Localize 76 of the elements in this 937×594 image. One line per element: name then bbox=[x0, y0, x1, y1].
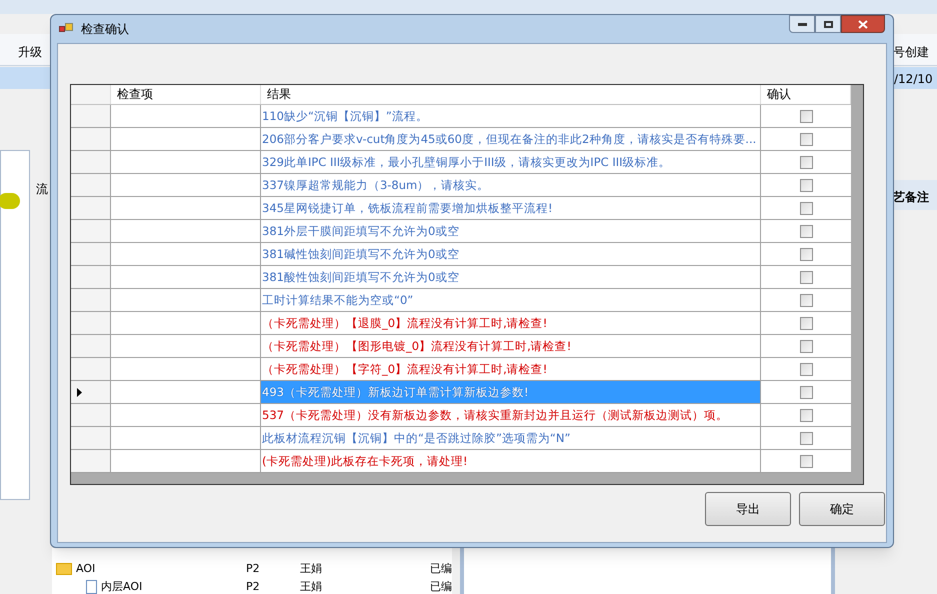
table-row[interactable]: 206部分客户要求v-cut角度为45或60度，但现在备注的非此2种角度，请核实是否有特殊要... bbox=[71, 128, 851, 151]
table-row[interactable]: 工时计算结果不能为空或“0” bbox=[71, 289, 851, 312]
table-row[interactable]: (卡死需处理)此板存在卡死项，请处理! bbox=[71, 450, 851, 473]
table-cell-text: P2 bbox=[246, 578, 261, 594]
table-cell: 329此单IPC III级标准，最小孔壁铜厚小于III级，请核实更改为IPC III级标准。 bbox=[261, 151, 761, 173]
checkbox[interactable] bbox=[800, 362, 812, 376]
table-cell: 345星网锐捷订单，铣板流程前需要增加烘板整平流程! bbox=[261, 197, 761, 219]
dialog-button[interactable]: 导出 bbox=[705, 492, 791, 526]
table-cell: 381碱性蚀刻间距填写不允许为0或空 bbox=[261, 243, 761, 265]
table-row[interactable]: 381碱性蚀刻间距填写不允许为0或空 bbox=[71, 243, 851, 266]
minimize-button[interactable] bbox=[789, 15, 815, 33]
speech-bubble-icon bbox=[0, 193, 20, 209]
maximize-button[interactable] bbox=[815, 15, 841, 33]
tree-item[interactable]: 内层AOI bbox=[101, 578, 142, 594]
column-header: 艺备注 bbox=[893, 189, 929, 206]
table-cell-text: P2 bbox=[246, 560, 261, 577]
tree-header: 流 bbox=[36, 181, 48, 198]
column-header[interactable]: 确认 bbox=[761, 85, 851, 104]
table-row[interactable]: 381酸性蚀刻间距填写不允许为0或空 bbox=[71, 266, 851, 289]
table-cell: 381酸性蚀刻间距填写不允许为0或空 bbox=[261, 266, 761, 288]
table-cell: 537（卡死需处理）没有新板边参数，请核实重新封边并且运行（测试新板边测试）项。 bbox=[261, 404, 761, 426]
table-cell: 此板材流程沉铜【沉铜】中的“是否跳过除胶”选项需为“N” bbox=[261, 427, 761, 449]
window-title: 检查确认 bbox=[81, 21, 129, 38]
table-cell: 110缺少“沉铜【沉铜】”流程。 bbox=[261, 105, 761, 127]
app-icon bbox=[59, 23, 73, 35]
table-cell-text: 已编 bbox=[430, 578, 453, 594]
table-row[interactable]: 110缺少“沉铜【沉铜】”流程。 bbox=[71, 105, 851, 128]
table-cell-text: 王娟 bbox=[300, 578, 323, 594]
checkbox[interactable] bbox=[800, 248, 812, 260]
close-button[interactable] bbox=[841, 15, 885, 33]
table-cell: 工时计算结果不能为空或“0” bbox=[261, 289, 761, 311]
checkbox[interactable] bbox=[800, 132, 812, 146]
date-cell-text: /12/10 bbox=[894, 71, 933, 88]
table-row[interactable]: 381外层干膜间距填写不允许为0或空 bbox=[71, 220, 851, 243]
table-row[interactable]: 337镍厚超常规能力（3-8um），请核实。 bbox=[71, 174, 851, 197]
checkbox[interactable] bbox=[800, 224, 812, 238]
column-header-bar bbox=[893, 180, 937, 210]
checkbox[interactable] bbox=[800, 270, 812, 284]
table-row[interactable]: （卡死需处理）【退膜_0】流程没有计算工时,请检查! bbox=[71, 312, 851, 335]
column-header[interactable]: 结果 bbox=[261, 85, 761, 104]
checkbox[interactable] bbox=[800, 294, 812, 306]
table-cell: （卡死需处理）【退膜_0】流程没有计算工时,请检查! bbox=[261, 312, 761, 334]
close-icon bbox=[858, 20, 868, 28]
table-row[interactable]: 329此单IPC III级标准，最小孔壁铜厚小于III级，请核实更改为IPC III级标准。 bbox=[71, 151, 851, 174]
tree-item[interactable]: AOI bbox=[76, 560, 96, 578]
checkbox[interactable] bbox=[800, 340, 812, 352]
checkbox[interactable] bbox=[800, 386, 812, 398]
table-cell: 381外层干膜间距填写不允许为0或空 bbox=[261, 220, 761, 242]
table-cell: 337镍厚超常规能力（3-8um），请核实。 bbox=[261, 174, 761, 196]
checkbox[interactable] bbox=[800, 202, 812, 214]
table-cell: (卡死需处理)此板存在卡死项，请处理! bbox=[261, 450, 761, 472]
checkbox[interactable] bbox=[800, 110, 812, 122]
table-row[interactable]: 537（卡死需处理）没有新板边参数，请核实重新封边并且运行（测试新板边测试）项。 bbox=[71, 404, 851, 427]
column-header: 号创建 bbox=[893, 44, 929, 61]
checkbox[interactable] bbox=[800, 316, 812, 330]
table-cell: （卡死需处理）【字符_0】流程没有计算工时,请检查! bbox=[261, 358, 761, 380]
table-row[interactable]: （卡死需处理）【字符_0】流程没有计算工时,请检查! bbox=[71, 358, 851, 381]
table-row[interactable]: （卡死需处理）【图形电镀_0】流程没有计算工时,请检查! bbox=[71, 335, 851, 358]
table-row[interactable]: 493（卡死需处理）新板边订单需计算新板边参数! bbox=[71, 381, 851, 404]
folder-icon bbox=[56, 563, 72, 575]
checkbox[interactable] bbox=[800, 156, 812, 168]
table-cell: 493（卡死需处理）新板边订单需计算新板边参数! bbox=[261, 381, 761, 403]
table-cell-text: 王娟 bbox=[300, 560, 323, 577]
checkbox[interactable] bbox=[800, 178, 812, 192]
checkbox[interactable] bbox=[800, 432, 812, 444]
table-cell-text: 已编 bbox=[430, 560, 453, 577]
table-row[interactable]: 此板材流程沉铜【沉铜】中的“是否跳过除胶”选项需为“N” bbox=[71, 427, 851, 450]
column-header[interactable]: 检查项 bbox=[111, 85, 261, 104]
checkbox[interactable] bbox=[800, 454, 812, 468]
checkbox[interactable] bbox=[800, 408, 812, 422]
table-row[interactable]: 345星网锐捷订单，铣板流程前需要增加烘板整平流程! bbox=[71, 197, 851, 220]
file-icon bbox=[86, 580, 97, 594]
column-header: 升级 bbox=[18, 44, 42, 61]
dialog-button[interactable]: 确定 bbox=[799, 492, 885, 526]
table-cell: 206部分客户要求v-cut角度为45或60度，但现在备注的非此2种角度，请核实是否有特殊要... bbox=[261, 128, 761, 150]
table-cell: （卡死需处理）【图形电镀_0】流程没有计算工时,请检查! bbox=[261, 335, 761, 357]
